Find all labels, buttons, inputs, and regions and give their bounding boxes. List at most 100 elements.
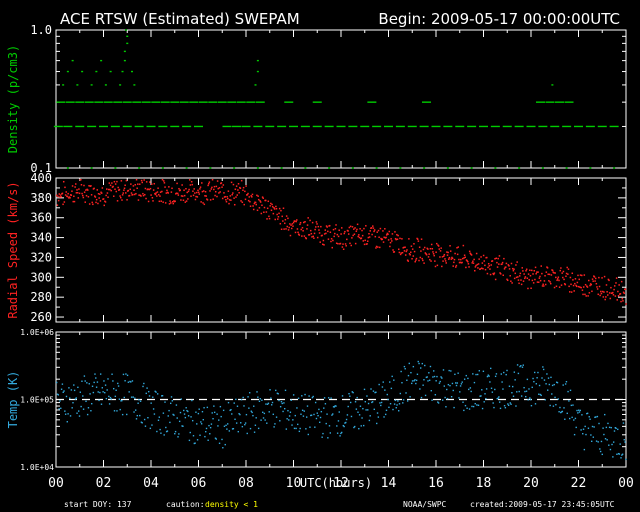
temp-point xyxy=(141,422,143,424)
temp-point xyxy=(468,408,471,410)
y-axis-label: Temp (K) xyxy=(6,371,20,429)
speed-point xyxy=(436,264,439,267)
temp-point xyxy=(545,383,547,385)
temp-point xyxy=(427,380,429,382)
speed-point xyxy=(480,256,482,258)
temp-point xyxy=(227,423,229,425)
temp-point xyxy=(244,423,246,426)
speed-point xyxy=(222,184,225,186)
speed-point xyxy=(172,202,175,205)
temp-point xyxy=(512,385,514,388)
temp-point xyxy=(62,391,64,394)
temp-point xyxy=(389,381,391,383)
speed-point xyxy=(452,265,454,267)
speed-point xyxy=(239,187,242,190)
speed-point xyxy=(498,263,500,265)
speed-point xyxy=(91,201,93,204)
speed-point xyxy=(434,265,437,268)
speed-point xyxy=(109,184,112,187)
density-point xyxy=(324,125,334,128)
temp-point xyxy=(376,412,379,414)
speed-point xyxy=(128,194,131,197)
speed-point xyxy=(620,300,622,303)
speed-point xyxy=(171,187,173,190)
temp-point xyxy=(593,426,595,428)
density-point xyxy=(126,35,129,38)
speed-point xyxy=(549,281,551,283)
temp-point xyxy=(242,396,244,399)
speed-point xyxy=(612,291,614,294)
x-tick-label: 22 xyxy=(571,476,587,491)
temp-point xyxy=(406,400,409,402)
speed-point xyxy=(281,215,283,218)
speed-point xyxy=(174,200,176,202)
speed-point xyxy=(125,179,128,182)
temp-point xyxy=(297,397,300,399)
temp-point xyxy=(221,438,223,441)
speed-point xyxy=(263,211,265,213)
temp-point xyxy=(608,444,610,446)
temp-point xyxy=(378,383,380,386)
temp-point xyxy=(493,406,495,409)
speed-point xyxy=(129,188,131,191)
speed-point xyxy=(349,242,351,245)
speed-point xyxy=(134,183,137,186)
temp-point xyxy=(135,418,138,420)
speed-point xyxy=(235,196,237,198)
temp-point xyxy=(230,408,232,411)
speed-point xyxy=(412,255,415,257)
speed-point xyxy=(432,253,435,255)
density-point xyxy=(312,101,322,103)
temp-point xyxy=(349,395,351,397)
y-tick-label: 340 xyxy=(30,231,52,245)
temp-point xyxy=(610,426,612,429)
temp-point xyxy=(180,398,182,400)
temp-point xyxy=(528,388,530,390)
speed-point xyxy=(275,207,278,210)
speed-point xyxy=(238,192,240,194)
speed-point xyxy=(199,186,202,188)
temp-point xyxy=(597,441,599,443)
speed-point xyxy=(389,241,392,244)
speed-point xyxy=(113,195,115,197)
temp-point xyxy=(158,416,160,418)
temp-point xyxy=(375,391,377,393)
speed-point xyxy=(346,238,348,241)
speed-point xyxy=(448,256,451,259)
speed-point xyxy=(143,179,145,181)
speed-point xyxy=(550,282,552,285)
temp-point xyxy=(569,389,572,392)
speed-point xyxy=(98,197,100,199)
temp-point xyxy=(222,409,225,412)
temp-point xyxy=(583,448,586,451)
temp-point xyxy=(170,402,172,405)
temp-point xyxy=(535,383,538,385)
speed-point xyxy=(64,186,66,189)
temp-point xyxy=(341,431,343,434)
speed-point xyxy=(551,269,554,272)
density-point xyxy=(490,125,500,128)
speed-point xyxy=(310,232,313,235)
speed-point xyxy=(415,259,417,261)
density-point xyxy=(179,101,189,103)
speed-point xyxy=(133,189,135,191)
temp-point xyxy=(439,380,441,383)
speed-point xyxy=(439,256,441,258)
speed-point xyxy=(342,243,344,245)
speed-point xyxy=(457,246,460,248)
speed-point xyxy=(354,227,356,229)
speed-point xyxy=(356,223,359,226)
density-point xyxy=(134,125,144,128)
temp-point xyxy=(119,408,121,411)
density-point xyxy=(455,125,465,128)
speed-point xyxy=(196,196,199,198)
speed-point xyxy=(580,286,582,289)
temp-point xyxy=(362,424,365,427)
temp-point xyxy=(194,442,196,444)
temp-point xyxy=(248,392,251,394)
temp-point xyxy=(486,375,489,378)
speed-point xyxy=(282,207,285,209)
speed-point xyxy=(397,234,399,237)
temp-point xyxy=(116,410,118,412)
temp-point xyxy=(88,383,90,385)
